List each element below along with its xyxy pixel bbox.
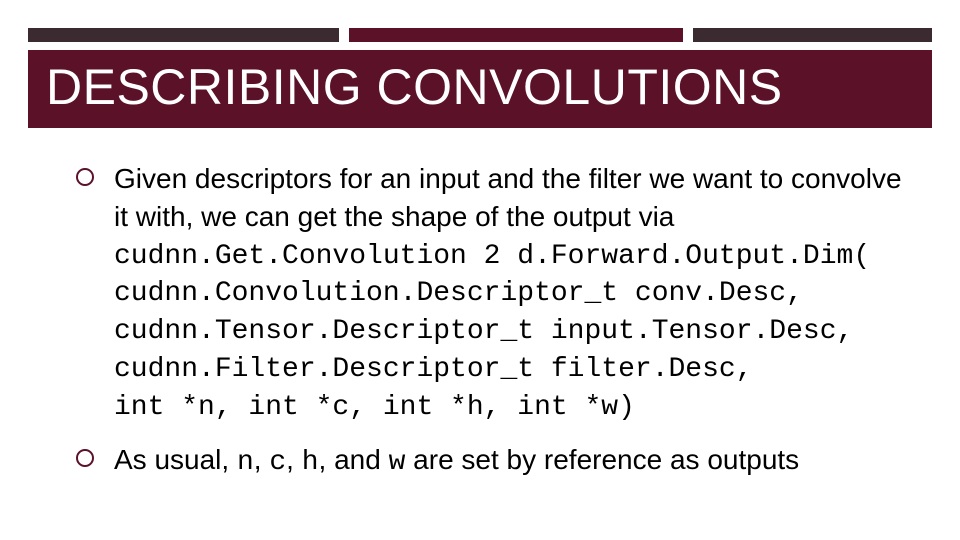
bullet-text: , bbox=[254, 444, 270, 475]
title-bar: DESCRIBING CONVOLUTIONS bbox=[28, 50, 932, 128]
bullet-item: Given descriptors for an input and the f… bbox=[70, 160, 920, 427]
bullet-text: As usual, bbox=[114, 444, 237, 475]
accent-bar bbox=[28, 28, 932, 42]
code-inline: c bbox=[269, 447, 286, 478]
accent-segment bbox=[349, 28, 683, 42]
code-block: cudnn.Get.Convolution 2 d.Forward.Output… bbox=[114, 238, 920, 427]
bullet-text: , bbox=[286, 444, 302, 475]
slide-body: Given descriptors for an input and the f… bbox=[70, 160, 920, 495]
bullet-text: Given descriptors for an input and the f… bbox=[114, 163, 902, 232]
slide: DESCRIBING CONVOLUTIONS Given descriptor… bbox=[0, 0, 960, 540]
code-inline: h bbox=[302, 447, 319, 478]
bullet-text: are set by reference as outputs bbox=[405, 444, 799, 475]
accent-segment bbox=[693, 28, 932, 42]
bullet-text: , and bbox=[319, 444, 389, 475]
accent-segment bbox=[28, 28, 339, 42]
slide-title: DESCRIBING CONVOLUTIONS bbox=[46, 58, 914, 116]
bullet-item: As usual, n, c, h, and w are set by refe… bbox=[70, 441, 920, 482]
code-inline: w bbox=[389, 447, 406, 478]
code-inline: n bbox=[237, 447, 254, 478]
